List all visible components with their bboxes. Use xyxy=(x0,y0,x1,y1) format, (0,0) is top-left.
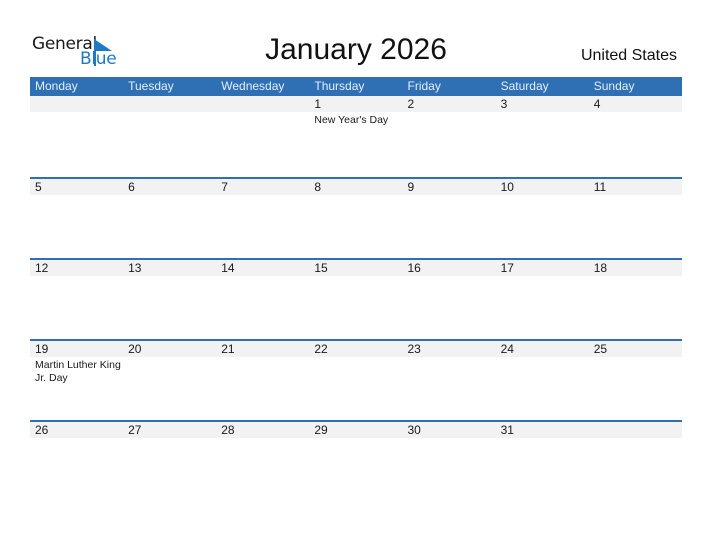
day-cell: 1 New Year's Day xyxy=(309,96,402,127)
week-row: 26 27 28 29 30 31 xyxy=(30,420,682,501)
day-number: 27 xyxy=(128,423,142,437)
day-cell: 21 xyxy=(216,341,309,385)
day-number: 31 xyxy=(500,423,514,437)
week-cells: 5 6 7 8 9 10 11 xyxy=(30,179,682,195)
week-row: 19 Martin Luther King Jr. Day 20 21 22 23 24 25 xyxy=(30,339,682,420)
day-number: 13 xyxy=(128,261,142,275)
day-number xyxy=(128,96,216,112)
day-number: 18 xyxy=(593,261,608,275)
day-cell: 31 xyxy=(496,422,589,438)
weekday-header: Monday Tuesday Wednesday Thursday Friday… xyxy=(30,77,682,96)
day-number: 11 xyxy=(593,180,607,194)
day-cell: 18 xyxy=(589,260,682,276)
weekday-monday: Monday xyxy=(35,79,78,93)
day-cell: 27 xyxy=(123,422,216,438)
day-cell: 15 xyxy=(309,260,402,276)
day-number: 15 xyxy=(314,261,328,275)
week-cells: 26 27 28 29 30 31 xyxy=(30,422,682,438)
day-number: 9 xyxy=(407,180,415,194)
day-cell: 16 xyxy=(403,260,496,276)
day-number xyxy=(594,422,682,438)
day-number: 28 xyxy=(221,423,235,437)
day-cell: 22 xyxy=(309,341,402,385)
day-cell: 29 xyxy=(309,422,402,438)
day-cell: 14 xyxy=(216,260,309,276)
day-number: 17 xyxy=(500,261,514,275)
day-number: 3 xyxy=(500,97,508,111)
day-cell: 8 xyxy=(309,179,402,195)
week-row: 12 13 14 15 16 17 18 xyxy=(30,258,682,339)
weekday-friday: Friday xyxy=(407,79,441,93)
weekday-tuesday: Tuesday xyxy=(128,79,174,93)
day-cell: 3 xyxy=(496,96,589,127)
day-number: 2 xyxy=(407,97,415,111)
day-number xyxy=(35,96,123,112)
country-label: United States xyxy=(580,47,677,64)
day-cell: 2 xyxy=(403,96,496,127)
day-number: 26 xyxy=(35,423,49,437)
day-cell xyxy=(30,96,123,127)
day-cell: 24 xyxy=(496,341,589,385)
day-cell: 25 xyxy=(589,341,682,385)
day-cell xyxy=(216,96,309,127)
day-cell: 7 xyxy=(216,179,309,195)
weekday-saturday: Saturday xyxy=(500,79,549,93)
day-cell: 12 xyxy=(30,260,123,276)
holiday-label: Martin Luther King Jr. Day xyxy=(35,359,121,384)
day-number: 1 xyxy=(314,97,322,111)
day-number: 30 xyxy=(407,423,421,437)
week-cells: 1 New Year's Day 2 3 4 xyxy=(30,96,682,127)
day-cell: 20 xyxy=(123,341,216,385)
day-number: 12 xyxy=(35,261,49,275)
day-cell: 10 xyxy=(496,179,589,195)
week-cells: 19 Martin Luther King Jr. Day 20 21 22 23 24 25 xyxy=(30,341,682,385)
day-number: 4 xyxy=(593,97,601,111)
day-number: 22 xyxy=(314,342,328,356)
week-row: 1 New Year's Day 2 3 4 xyxy=(30,96,682,177)
day-cell: 23 xyxy=(403,341,496,385)
day-number: 19 xyxy=(35,342,49,356)
day-cell: 17 xyxy=(496,260,589,276)
calendar-grid: Monday Tuesday Wednesday Thursday Friday… xyxy=(30,77,682,501)
day-number: 6 xyxy=(128,180,135,194)
day-number: 25 xyxy=(593,342,608,356)
weekday-wednesday: Wednesday xyxy=(221,79,285,93)
day-cell xyxy=(123,96,216,127)
day-number: 8 xyxy=(314,180,322,194)
holiday-label: New Year's Day xyxy=(314,114,389,126)
day-number: 23 xyxy=(407,342,421,356)
day-number: 5 xyxy=(35,180,42,194)
day-number: 21 xyxy=(221,342,235,356)
week-cells: 12 13 14 15 16 17 18 xyxy=(30,260,682,276)
day-cell: 4 xyxy=(589,96,682,127)
day-cell: 26 xyxy=(30,422,123,438)
day-cell: 6 xyxy=(123,179,216,195)
weekday-thursday: Thursday xyxy=(314,79,365,93)
day-number: 29 xyxy=(314,423,328,437)
day-number: 14 xyxy=(221,261,235,275)
day-cell: 11 xyxy=(589,179,682,195)
day-cell: 5 xyxy=(30,179,123,195)
day-cell xyxy=(589,422,682,438)
day-number: 16 xyxy=(407,261,421,275)
day-cell: 19 Martin Luther King Jr. Day xyxy=(30,341,123,385)
day-cell: 13 xyxy=(123,260,216,276)
day-cell: 28 xyxy=(216,422,309,438)
weekday-sunday: Sunday xyxy=(593,79,635,93)
day-cell: 30 xyxy=(403,422,496,438)
day-number: 20 xyxy=(128,342,142,356)
day-number: 10 xyxy=(500,180,514,194)
day-cell: 9 xyxy=(403,179,496,195)
day-number: 7 xyxy=(221,180,228,194)
day-number xyxy=(221,96,309,112)
day-number: 24 xyxy=(500,342,514,356)
weeks-container: 1 New Year's Day 2 3 4 5 6 7 8 9 10 11 12 13 14 15 16 17 1… xyxy=(30,96,682,501)
week-row: 5 6 7 8 9 10 11 xyxy=(30,177,682,258)
